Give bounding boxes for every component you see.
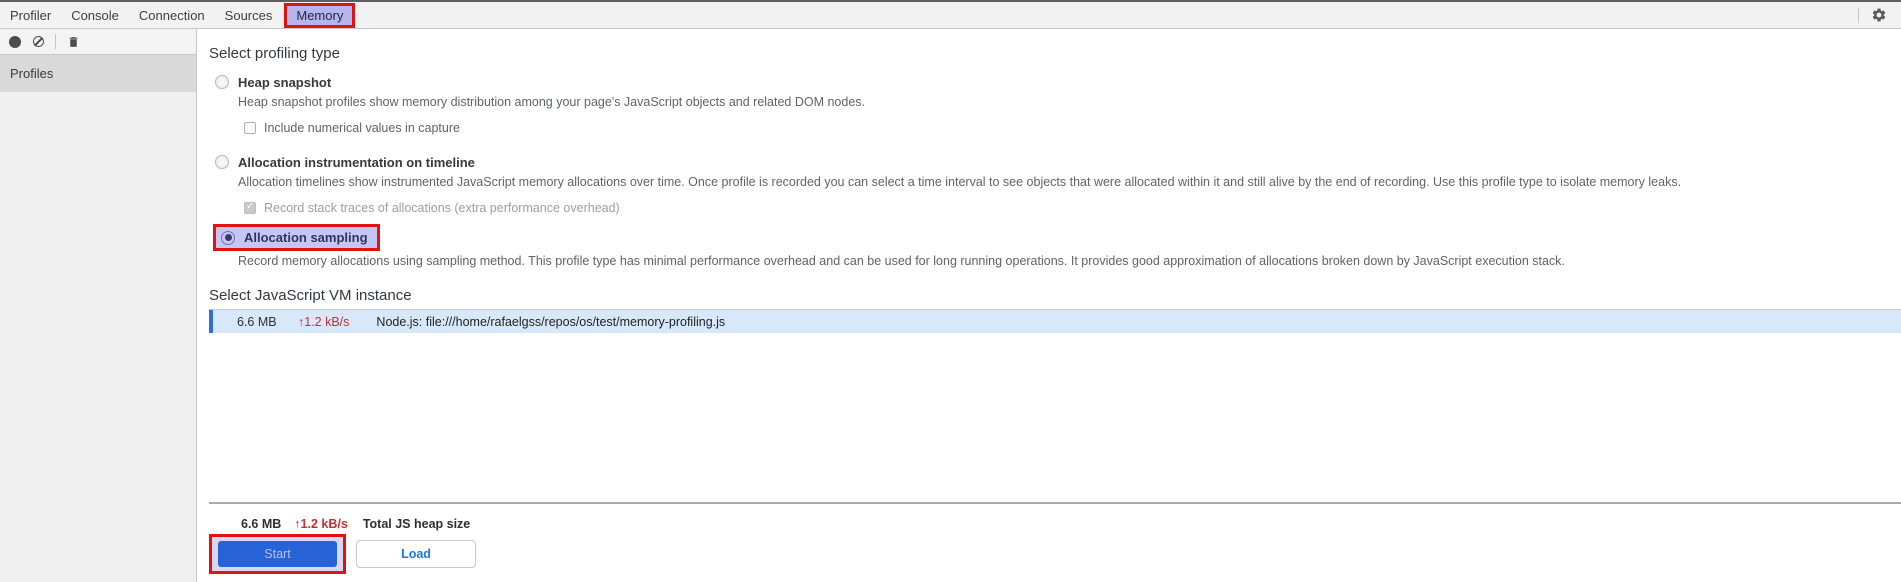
tab-profiler[interactable]: Profiler bbox=[0, 3, 61, 28]
vm-instance-name: Node.js: file:///home/rafaelgss/repos/os… bbox=[376, 314, 726, 329]
tabbar-right bbox=[1858, 7, 1901, 23]
start-button-annotation: Start bbox=[209, 534, 346, 574]
settings-gear-icon[interactable] bbox=[1871, 7, 1887, 23]
total-heap-rate: ↑1.2 kB/s bbox=[294, 517, 348, 531]
record-icon[interactable] bbox=[9, 35, 21, 48]
option-description: Allocation timelines show instrumented J… bbox=[238, 175, 1682, 189]
sidebar-profiles-header[interactable]: Profiles bbox=[0, 55, 196, 92]
total-heap-label: Total JS heap size bbox=[362, 517, 471, 531]
toolbar-separator bbox=[55, 34, 56, 49]
radio-icon bbox=[215, 75, 229, 89]
option-label: Heap snapshot bbox=[238, 74, 332, 90]
tab-connection[interactable]: Connection bbox=[129, 3, 215, 28]
checkbox-checked-icon bbox=[244, 201, 256, 214]
tab-memory[interactable]: Memory bbox=[287, 6, 352, 25]
tab-sources[interactable]: Sources bbox=[215, 3, 283, 28]
checkbox-label: Record stack traces of allocations (extr… bbox=[264, 201, 620, 215]
allocation-sampling-annotation: Allocation sampling bbox=[213, 224, 380, 251]
radio-heap-snapshot[interactable]: Heap snapshot bbox=[209, 73, 1901, 91]
tab-bar: Profiler Console Connection Sources Memo… bbox=[0, 0, 1901, 29]
profiles-sidebar: Profiles bbox=[0, 29, 197, 582]
profiling-type-heading: Select profiling type bbox=[209, 45, 340, 62]
option-label: Allocation instrumentation on timeline bbox=[238, 154, 475, 170]
start-button[interactable]: Start bbox=[218, 541, 337, 567]
memory-tab-annotation: Memory bbox=[284, 2, 356, 28]
delete-profile-icon[interactable] bbox=[67, 35, 80, 49]
tab-console[interactable]: Console bbox=[61, 3, 129, 28]
memory-panel: Select profiling type Heap snapshot Heap… bbox=[197, 29, 1901, 582]
devtools-window: Profiler Console Connection Sources Memo… bbox=[0, 0, 1901, 582]
vm-allocation-rate: ↑1.2 kB/s bbox=[298, 314, 350, 329]
load-button[interactable]: Load bbox=[356, 540, 476, 568]
toolbar-separator bbox=[1858, 7, 1859, 23]
checkbox-include-numerical-values[interactable]: Include numerical values in capture bbox=[244, 120, 1901, 136]
total-heap-size-value: 6.6 MB bbox=[241, 517, 282, 531]
sidebar-body bbox=[0, 92, 196, 582]
option-description: Record memory allocations using sampling… bbox=[238, 254, 1565, 268]
checkbox-record-stack-traces[interactable]: Record stack traces of allocations (extr… bbox=[244, 200, 1901, 216]
option-description: Heap snapshot profiles show memory distr… bbox=[238, 95, 866, 109]
vm-instance-list: 6.6 MB ↑1.2 kB/s Node.js: file:///home/r… bbox=[209, 309, 1901, 504]
total-heap-summary: 6.6 MB ↑1.2 kB/s Total JS heap size bbox=[209, 517, 1901, 531]
profiles-toolbar bbox=[0, 29, 196, 55]
clear-all-icon[interactable] bbox=[33, 36, 44, 47]
radio-allocation-instrumentation[interactable]: Allocation instrumentation on timeline bbox=[209, 153, 1901, 171]
vm-instance-heading: Select JavaScript VM instance bbox=[209, 287, 412, 304]
action-buttons: Start Load bbox=[209, 534, 1901, 574]
radio-icon bbox=[215, 155, 229, 169]
vm-instance-row[interactable]: 6.6 MB ↑1.2 kB/s Node.js: file:///home/r… bbox=[209, 310, 1901, 333]
radio-allocation-sampling[interactable]: Allocation sampling bbox=[244, 230, 368, 245]
radio-selected-icon bbox=[221, 230, 235, 245]
checkbox-icon bbox=[244, 122, 256, 134]
vm-heap-size: 6.6 MB bbox=[237, 314, 277, 329]
checkbox-label: Include numerical values in capture bbox=[264, 121, 460, 135]
